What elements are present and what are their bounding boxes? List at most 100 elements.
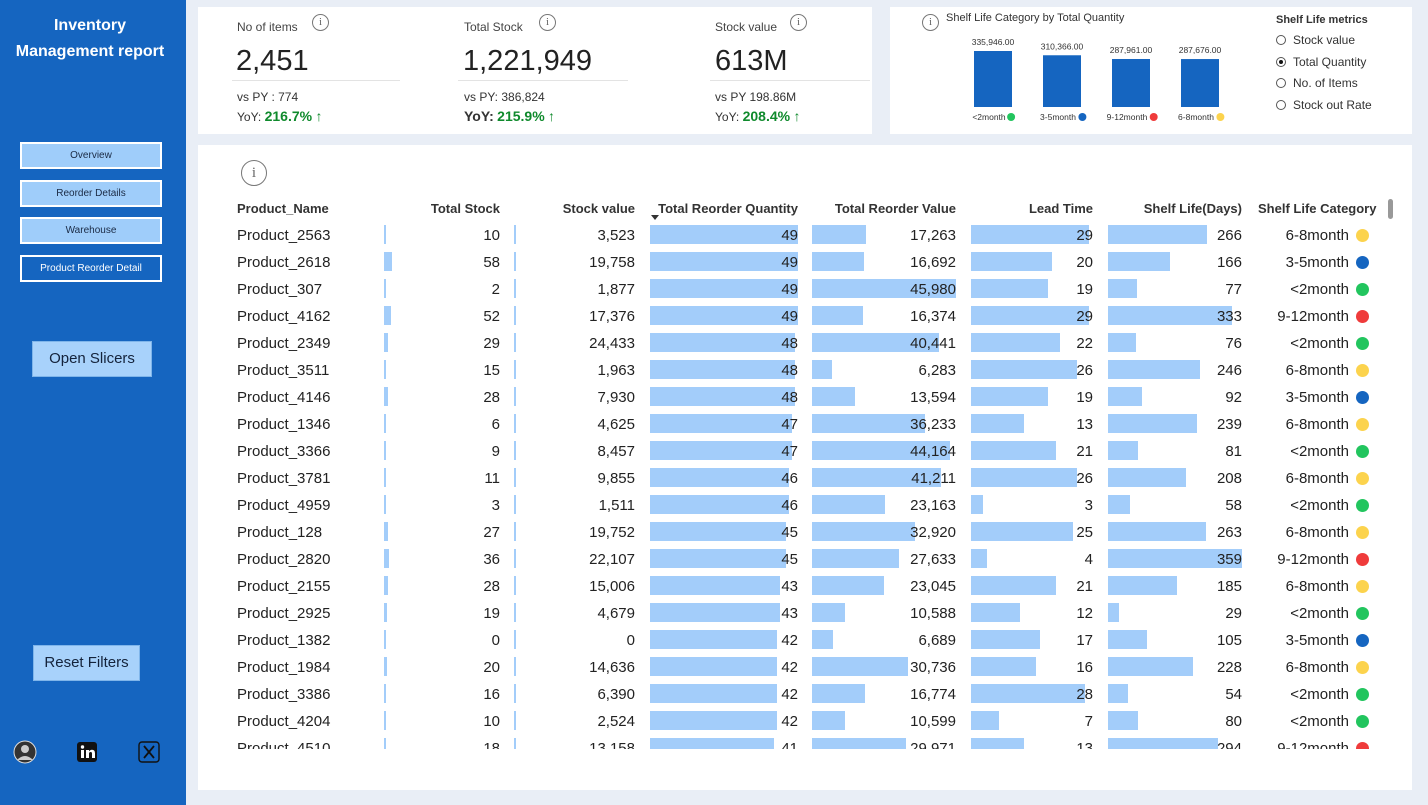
table-row[interactable]: Product_2925 19 4,679 43 10,588 12 29 <2month <box>198 600 1412 627</box>
metric-option-stock-out-rate[interactable]: Stock out Rate <box>1276 98 1372 112</box>
total-stock-bar <box>384 522 388 541</box>
kpi-prior-year: vs PY 198.86M <box>715 90 797 104</box>
shelf-life-category: 6-8month <box>1285 416 1349 433</box>
chart-bar[interactable] <box>974 51 1012 107</box>
total-stock-bar <box>384 333 388 352</box>
chart-bar[interactable] <box>1181 59 1219 107</box>
col-stock-value[interactable]: Stock value <box>520 201 635 216</box>
shelf-life-days: 246 <box>1216 362 1242 379</box>
metric-option-no-of-items[interactable]: No. of Items <box>1276 76 1358 90</box>
table-row[interactable]: Product_2155 28 15,006 43 23,045 21 185 6-8mont… <box>198 573 1412 600</box>
chart-bar[interactable] <box>1112 58 1150 107</box>
kpi-value: 613M <box>715 45 788 77</box>
total-stock-bar <box>384 495 386 514</box>
info-icon[interactable]: i <box>790 14 807 31</box>
stock-value-bar <box>514 252 516 271</box>
chart-category-label: 6-8month <box>1178 112 1214 122</box>
radio-button[interactable] <box>1276 56 1286 67</box>
radio-button[interactable] <box>1276 35 1286 45</box>
reorder-quantity: 42 <box>781 686 798 703</box>
col-shelf-life-category[interactable]: Shelf Life Category <box>1258 201 1376 216</box>
metric-option-stock-value[interactable]: Stock value <box>1276 33 1355 47</box>
shelf-life-category: <2month <box>1290 605 1349 622</box>
stock-value-bar <box>514 549 516 568</box>
open-slicers-button[interactable]: Open Slicers <box>32 341 152 377</box>
radio-button[interactable] <box>1276 78 1286 88</box>
col-shelf-life-days[interactable]: Shelf Life(Days) <box>1108 201 1242 216</box>
stock-value: 13,158 <box>589 740 635 749</box>
table-row[interactable]: Product_4146 28 7,930 48 13,594 19 92 3-5month <box>198 384 1412 411</box>
chart-category-label: <2month <box>972 112 1006 122</box>
table-row[interactable]: Product_2618 58 19,758 49 16,692 20 166 3-5mont… <box>198 249 1412 276</box>
nav-overview-button[interactable]: Overview <box>20 142 162 169</box>
arrow-up-icon: ↑ <box>315 108 323 124</box>
info-icon[interactable]: i <box>922 14 939 31</box>
table-row[interactable]: Product_128 27 19,752 45 32,920 25 263 6-8month <box>198 519 1412 546</box>
product-name: Product_3781 <box>237 470 331 487</box>
shelf-life-category: 6-8month <box>1285 470 1349 487</box>
product-name: Product_4146 <box>237 389 331 406</box>
sort-desc-icon[interactable] <box>651 215 659 220</box>
table-row[interactable]: Product_1984 20 14,636 42 30,736 16 228 6-8mont… <box>198 654 1412 681</box>
shelf-life-days: 58 <box>1225 497 1242 514</box>
lead-time: 13 <box>1076 416 1093 433</box>
col-product-name[interactable]: Product_Name <box>237 201 329 216</box>
table-row[interactable]: Product_3366 9 8,457 47 44,164 21 81 <2month <box>198 438 1412 465</box>
lead-time: 21 <box>1076 443 1093 460</box>
table-row[interactable]: Product_3781 11 9,855 46 41,211 26 208 6-8month <box>198 465 1412 492</box>
lead-time: 29 <box>1076 308 1093 325</box>
reorder-value: 6,283 <box>918 362 956 379</box>
col-lead-time[interactable]: Lead Time <box>972 201 1093 216</box>
info-icon[interactable]: i <box>312 14 329 31</box>
col-total-reorder-value[interactable]: Total Reorder Value <box>812 201 956 216</box>
nav-product-reorder-detail-button[interactable]: Product Reorder Detail <box>20 255 162 282</box>
table-row[interactable]: Product_4204 10 2,524 42 10,599 7 80 <2month <box>198 708 1412 735</box>
scrollbar[interactable] <box>1388 199 1393 219</box>
table-row[interactable]: Product_2563 10 3,523 49 17,263 29 266 6-8month <box>198 222 1412 249</box>
table-row[interactable]: Product_1346 6 4,625 47 36,233 13 239 6-8month <box>198 411 1412 438</box>
nav-reorder-details-button[interactable]: Reorder Details <box>20 180 162 207</box>
stock-value: 19,752 <box>589 524 635 541</box>
metric-option-total-quantity[interactable]: Total Quantity <box>1276 55 1366 69</box>
shelf-life-days: 294 <box>1216 740 1242 749</box>
total-stock-bar <box>384 441 386 460</box>
info-icon[interactable]: i <box>241 160 267 186</box>
kpi-yoy: YoY: 208.4% ↑ <box>715 108 800 124</box>
table-row[interactable]: Product_1382 0 0 42 6,689 17 105 3-5month <box>198 627 1412 654</box>
reset-filters-button[interactable]: Reset Filters <box>33 645 140 681</box>
shelf-life-category: <2month <box>1290 281 1349 298</box>
nav-warehouse-button[interactable]: Warehouse <box>20 217 162 244</box>
table-row[interactable]: Product_4959 3 1,511 46 23,163 3 58 <2month <box>198 492 1412 519</box>
info-icon[interactable]: i <box>539 14 556 31</box>
category-color-dot <box>1356 445 1369 458</box>
total-stock-value: 28 <box>483 578 500 595</box>
table-row[interactable]: Product_2820 36 22,107 45 27,633 4 359 9-12mont… <box>198 546 1412 573</box>
product-name: Product_2155 <box>237 578 331 595</box>
table-row[interactable]: Product_4510 18 13,158 41 29,971 13 294 9-12mon… <box>198 735 1412 749</box>
radio-button[interactable] <box>1276 99 1286 110</box>
total-stock-value: 6 <box>491 416 500 433</box>
table-row[interactable]: Product_3386 16 6,390 42 16,774 28 54 <2month <box>198 681 1412 708</box>
table-row[interactable]: Product_3511 15 1,963 48 6,283 26 246 6-8month <box>198 357 1412 384</box>
total-stock-bar <box>384 306 391 325</box>
col-total-stock[interactable]: Total Stock <box>400 201 500 216</box>
shelf-life-days: 77 <box>1225 281 1242 298</box>
shelf-life-category: <2month <box>1290 713 1349 730</box>
category-color-dot <box>1356 526 1369 539</box>
reorder-value: 45,980 <box>910 281 956 298</box>
lead-time: 19 <box>1076 281 1093 298</box>
linkedin-icon[interactable] <box>75 740 99 764</box>
chart-bar[interactable] <box>1043 55 1081 107</box>
table-row[interactable]: Product_2349 29 24,433 48 40,441 22 76 <2month <box>198 330 1412 357</box>
stock-value-bar <box>514 711 516 730</box>
table-row[interactable]: Product_307 2 1,877 49 45,980 19 77 <2month <box>198 276 1412 303</box>
category-color-dot <box>1007 113 1016 121</box>
avatar[interactable] <box>13 740 37 764</box>
product-name: Product_3366 <box>237 443 331 460</box>
category-color-dot <box>1356 499 1369 512</box>
lead-time: 19 <box>1076 389 1093 406</box>
category-color-dot <box>1356 418 1369 431</box>
table-row[interactable]: Product_4162 52 17,376 49 16,374 29 333 9-12mon… <box>198 303 1412 330</box>
x-icon[interactable] <box>137 740 161 764</box>
col-total-reorder-quantity[interactable]: Total Reorder Quantity <box>650 201 798 216</box>
